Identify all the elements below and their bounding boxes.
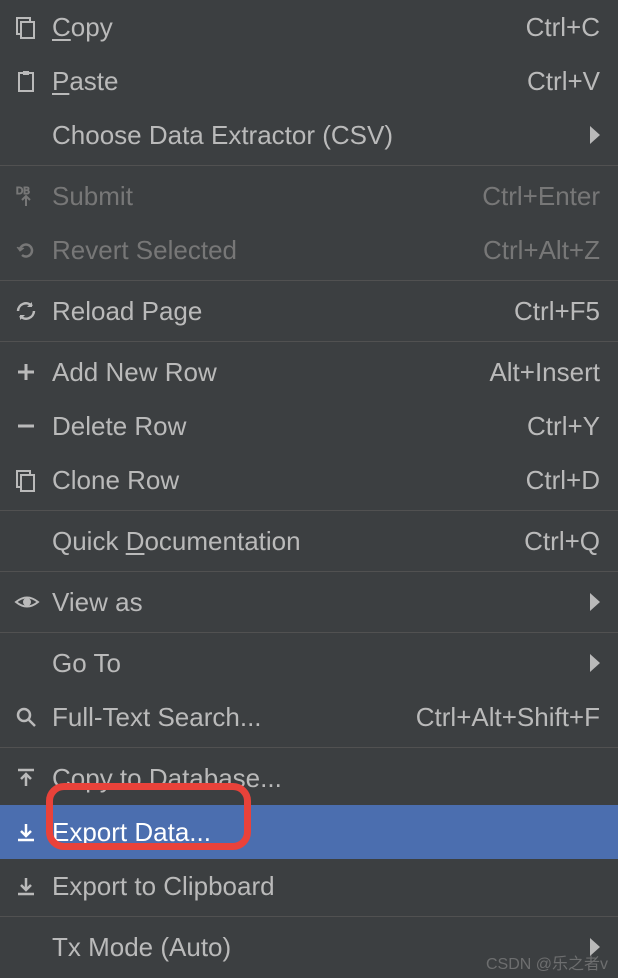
- menu-label: Export Data...: [52, 817, 600, 848]
- menu-item-submit[interactable]: DB Submit Ctrl+Enter: [0, 169, 618, 223]
- download-icon: [14, 874, 52, 898]
- menu-label: Choose Data Extractor (CSV): [52, 120, 580, 151]
- reload-icon: [14, 299, 52, 323]
- menu-item-choose-extractor[interactable]: Choose Data Extractor (CSV): [0, 108, 618, 162]
- menu-label: Submit: [52, 181, 472, 212]
- menu-item-add-row[interactable]: Add New Row Alt+Insert: [0, 345, 618, 399]
- revert-icon: [14, 238, 52, 262]
- db-submit-icon: DB: [14, 184, 52, 208]
- menu-separator: [0, 280, 618, 281]
- copy-icon: [14, 15, 52, 39]
- menu-item-delete-row[interactable]: Delete Row Ctrl+Y: [0, 399, 618, 453]
- menu-item-revert[interactable]: Revert Selected Ctrl+Alt+Z: [0, 223, 618, 277]
- menu-separator: [0, 341, 618, 342]
- submenu-arrow-icon: [590, 654, 600, 672]
- menu-item-copy-to-db[interactable]: Copy to Database...: [0, 751, 618, 805]
- menu-separator: [0, 510, 618, 511]
- menu-separator: [0, 632, 618, 633]
- shortcut-label: Ctrl+Alt+Shift+F: [416, 702, 600, 733]
- menu-separator: [0, 916, 618, 917]
- menu-label: Revert Selected: [52, 235, 473, 266]
- menu-label: Copy to Database...: [52, 763, 600, 794]
- shortcut-label: Ctrl+V: [527, 66, 600, 97]
- menu-item-go-to[interactable]: Go To: [0, 636, 618, 690]
- minus-icon: [14, 414, 52, 438]
- shortcut-label: Ctrl+Alt+Z: [483, 235, 600, 266]
- submenu-arrow-icon: [590, 593, 600, 611]
- menu-label: Copy: [52, 12, 516, 43]
- menu-item-full-text-search[interactable]: Full-Text Search... Ctrl+Alt+Shift+F: [0, 690, 618, 744]
- watermark-text: CSDN @乐之者v: [486, 950, 608, 974]
- plus-icon: [14, 360, 52, 384]
- context-menu: Copy Ctrl+C Paste Ctrl+V Choose Data Ext…: [0, 0, 618, 974]
- menu-label: Quick Documentation: [52, 526, 514, 557]
- svg-text:DB: DB: [16, 186, 30, 197]
- menu-item-export-data[interactable]: Export Data...: [0, 805, 618, 859]
- menu-item-view-as[interactable]: View as: [0, 575, 618, 629]
- menu-separator: [0, 165, 618, 166]
- menu-item-paste[interactable]: Paste Ctrl+V: [0, 54, 618, 108]
- menu-item-export-clipboard[interactable]: Export to Clipboard: [0, 859, 618, 913]
- shortcut-label: Ctrl+Q: [524, 526, 600, 557]
- shortcut-label: Ctrl+D: [526, 465, 600, 496]
- menu-label: Export to Clipboard: [52, 871, 600, 902]
- menu-separator: [0, 571, 618, 572]
- menu-item-copy[interactable]: Copy Ctrl+C: [0, 0, 618, 54]
- shortcut-label: Ctrl+C: [526, 12, 600, 43]
- shortcut-label: Ctrl+Y: [527, 411, 600, 442]
- menu-item-quick-doc[interactable]: Quick Documentation Ctrl+Q: [0, 514, 618, 568]
- menu-label: View as: [52, 587, 580, 618]
- shortcut-label: Alt+Insert: [489, 357, 600, 388]
- upload-icon: [14, 766, 52, 790]
- menu-label: Reload Page: [52, 296, 504, 327]
- menu-label: Clone Row: [52, 465, 516, 496]
- menu-label: Go To: [52, 648, 580, 679]
- menu-separator: [0, 747, 618, 748]
- shortcut-label: Ctrl+Enter: [482, 181, 600, 212]
- eye-icon: [14, 590, 52, 614]
- submenu-arrow-icon: [590, 126, 600, 144]
- menu-item-clone-row[interactable]: Clone Row Ctrl+D: [0, 453, 618, 507]
- menu-label: Full-Text Search...: [52, 702, 406, 733]
- download-icon: [14, 820, 52, 844]
- menu-item-reload[interactable]: Reload Page Ctrl+F5: [0, 284, 618, 338]
- menu-label: Delete Row: [52, 411, 517, 442]
- search-icon: [14, 705, 52, 729]
- shortcut-label: Ctrl+F5: [514, 296, 600, 327]
- menu-label: Add New Row: [52, 357, 479, 388]
- menu-label: Paste: [52, 66, 517, 97]
- paste-icon: [14, 69, 52, 93]
- clone-icon: [14, 468, 52, 492]
